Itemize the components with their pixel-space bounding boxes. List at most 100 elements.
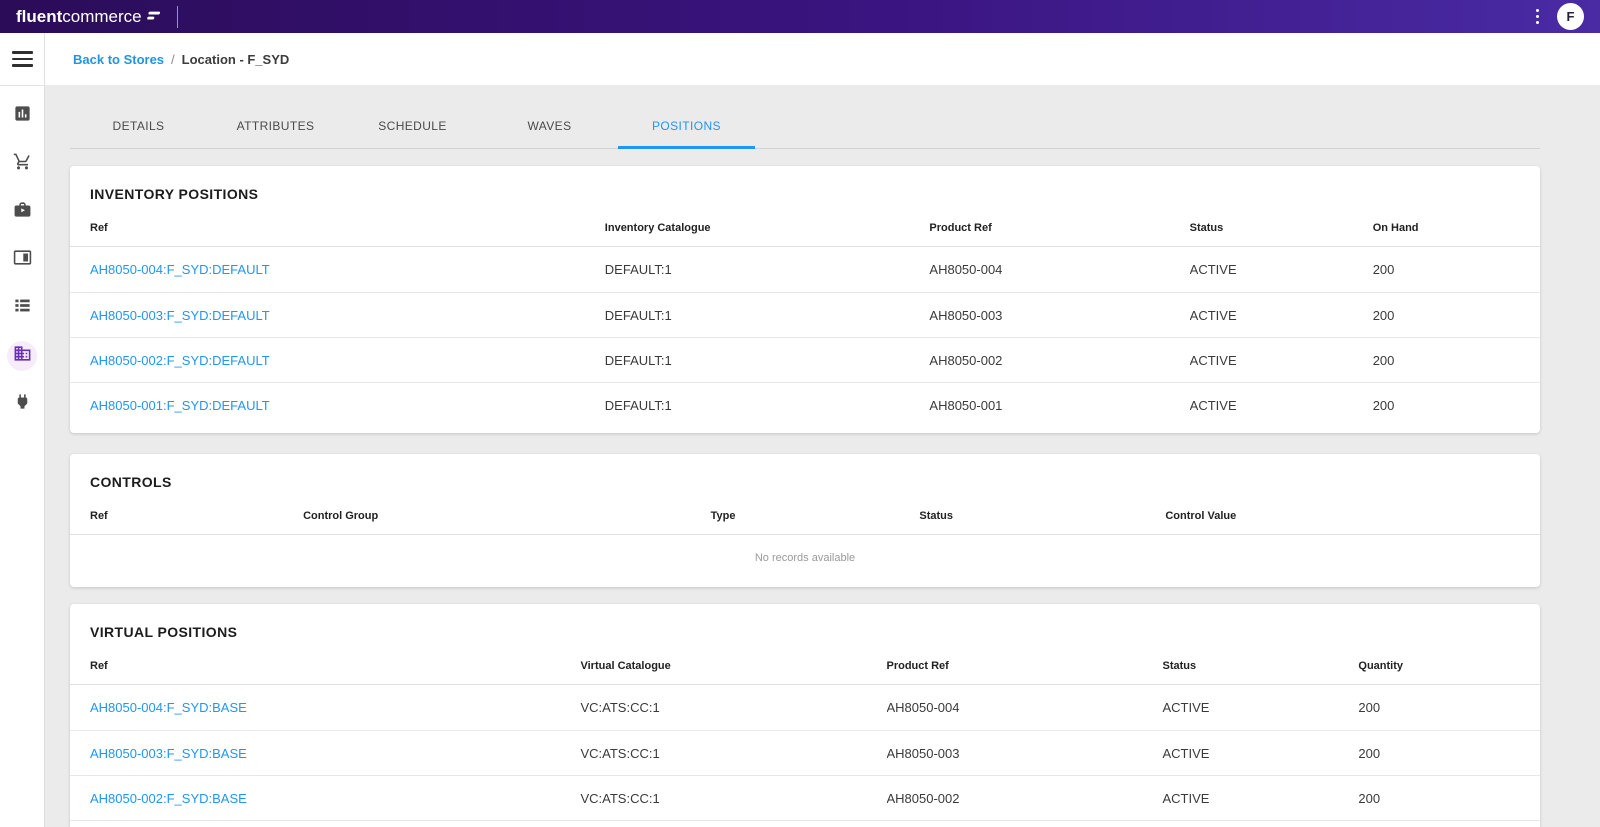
column-header: Control Group [303,510,379,522]
cell-catalogue: DEFAULT:1 [604,397,672,413]
position-ref-link[interactable]: AH8050-003:F_SYD:BASE [90,746,580,761]
power-plug-icon [13,392,32,416]
orders-bag-play-icon [13,200,32,224]
cell-qty: 200 [1358,700,1381,715]
column-header: Ref [90,510,108,522]
position-ref-link[interactable]: AH8050-002:F_SYD:BASE [90,791,580,806]
hamburger-menu-icon[interactable] [11,51,33,67]
cell-qty: 200 [1358,790,1381,806]
column-header: Virtual Catalogue [580,660,671,672]
sidebar-item-orders[interactable] [7,149,37,179]
card-panel-icon [13,248,32,272]
cell-catalogue: VC:ATS:CC:1 [580,745,660,761]
cell-catalogue: VC:ATS:CC:1 [580,790,660,806]
position-ref-link[interactable]: AH8050-001:F_SYD:DEFAULT [90,398,605,413]
list-icon [13,296,32,320]
tab-waves[interactable]: WAVES [481,106,618,149]
tab-schedule[interactable]: SCHEDULE [344,106,481,149]
column-header: Type [710,510,736,522]
cell-qty: 200 [1372,352,1395,368]
table-row: AH8050-002:F_SYD:DEFAULT DEFAULT:1 AH8050-… [70,337,1540,382]
cell-qty: 200 [1372,262,1395,277]
table-row: AH8050-002:F_SYD:BASE VC:ATS:CC:1 AH8050-0… [70,775,1540,820]
tab-positions[interactable]: POSITIONS [618,106,755,149]
logo-text-fluent: fluent [16,7,63,26]
position-ref-link[interactable]: AH8050-004:F_SYD:BASE [90,700,580,715]
column-header: Status [919,510,953,522]
avatar-initial: F [1566,9,1575,24]
table-row: AH8050-004:F_SYD:DEFAULT DEFAULT:1 AH8050-… [70,247,1540,292]
cell-product_ref: AH8050-004 [886,700,960,715]
section-title-controls: CONTROLS [90,474,172,490]
empty-state-message: No records available [754,552,856,564]
tab-attributes[interactable]: ATTRIBUTES [207,106,344,149]
virtual-positions-card: VIRTUAL POSITIONS Ref Virtual Catalogue Pr… [70,604,1540,827]
inventory-positions-table: Ref Inventory Catalogue Product Ref Status O… [70,214,1540,427]
fluent-logo-mark-icon [145,7,161,26]
cell-status: ACTIVE [1189,352,1237,368]
column-header: Status [1162,660,1197,672]
table-row: AH8050-003:F_SYD:DEFAULT DEFAULT:1 AH8050-… [70,292,1540,337]
cell-catalogue: VC:ATS:CC:1 [580,700,660,715]
sidebar-item-locations[interactable] [7,341,37,371]
tab-details[interactable]: DETAILS [70,106,207,149]
left-sidebar [0,33,45,827]
sidebar-item-analytics[interactable] [7,101,37,131]
inventory-positions-card: INVENTORY POSITIONS Ref Inventory Catalog… [70,166,1540,433]
cell-catalogue: DEFAULT:1 [604,352,672,368]
cell-status: ACTIVE [1162,745,1210,761]
cell-product_ref: AH8050-001 [929,397,1003,413]
column-header: Ref [90,222,108,234]
shopping-cart-icon [13,152,32,176]
table-row: AH8050-001:F_SYD:DEFAULT DEFAULT:1 AH8050-… [70,382,1540,427]
user-avatar[interactable]: F [1557,3,1584,30]
fluent-commerce-logo: fluent commerce [16,7,161,26]
header-divider [176,5,178,28]
cell-product_ref: AH8050-002 [929,352,1003,368]
cell-qty: 200 [1372,307,1395,323]
column-header: Product Ref [886,660,949,672]
cell-product_ref: AH8050-003 [929,307,1003,323]
kebab-menu-icon[interactable] [1532,5,1544,29]
sidebar-item-integrations[interactable] [7,389,37,419]
controls-card: CONTROLS Ref Control Group Type Status Contr… [70,454,1540,587]
cell-qty: 200 [1372,397,1395,413]
logo-text-commerce: commerce [62,7,142,26]
tab-bar: DETAILS ATTRIBUTES SCHEDULE WAVES POSITIONS [70,106,1540,149]
sidebar-item-catalogue[interactable] [7,293,37,323]
cell-status: ACTIVE [1189,397,1237,413]
table-row: AH8050-004:F_SYD:BASE VC:ATS:CC:1 AH8050-0… [70,685,1540,730]
position-ref-link[interactable]: AH8050-004:F_SYD:DEFAULT [90,262,605,277]
column-header: On Hand [1372,222,1419,234]
page-title: Location - F_SYD [181,51,290,67]
position-ref-link[interactable]: AH8050-003:F_SYD:DEFAULT [90,308,605,323]
cell-catalogue: DEFAULT:1 [604,262,672,277]
column-header: Product Ref [929,222,992,234]
cell-status: ACTIVE [1162,790,1210,806]
sidebar-item-billing[interactable] [7,245,37,275]
column-header: Quantity [1358,660,1404,672]
controls-table: Ref Control Group Type Status Control Value N… [70,502,1540,581]
cell-status: ACTIVE [1189,307,1237,323]
virtual-positions-table: Ref Virtual Catalogue Product Ref Status Qua… [70,652,1540,827]
breadcrumb: Back to Stores / Location - F_SYD [45,33,1600,86]
clipped-partial-row [70,820,1540,827]
column-header: Ref [90,660,108,672]
column-header: Control Value [1165,510,1237,522]
cell-catalogue: DEFAULT:1 [604,307,672,323]
cell-product_ref: AH8050-003 [886,745,960,761]
table-row: AH8050-003:F_SYD:BASE VC:ATS:CC:1 AH8050-0… [70,730,1540,775]
section-title-inventory-positions: INVENTORY POSITIONS [90,186,259,202]
cell-product_ref: AH8050-002 [886,790,960,806]
sidebar-item-fulfilment[interactable] [7,197,37,227]
position-ref-link[interactable]: AH8050-002:F_SYD:DEFAULT [90,353,605,368]
section-title-virtual-positions: VIRTUAL POSITIONS [90,624,238,640]
breadcrumb-back-link[interactable]: Back to Stores [73,52,164,67]
column-header: Inventory Catalogue [604,222,711,234]
column-header: Status [1189,222,1224,234]
cell-status: ACTIVE [1189,262,1237,277]
buildings-icon [13,344,32,368]
top-app-bar: fluent commerce F [0,0,1600,33]
cell-qty: 200 [1358,745,1381,761]
cell-product_ref: AH8050-004 [929,262,1003,277]
